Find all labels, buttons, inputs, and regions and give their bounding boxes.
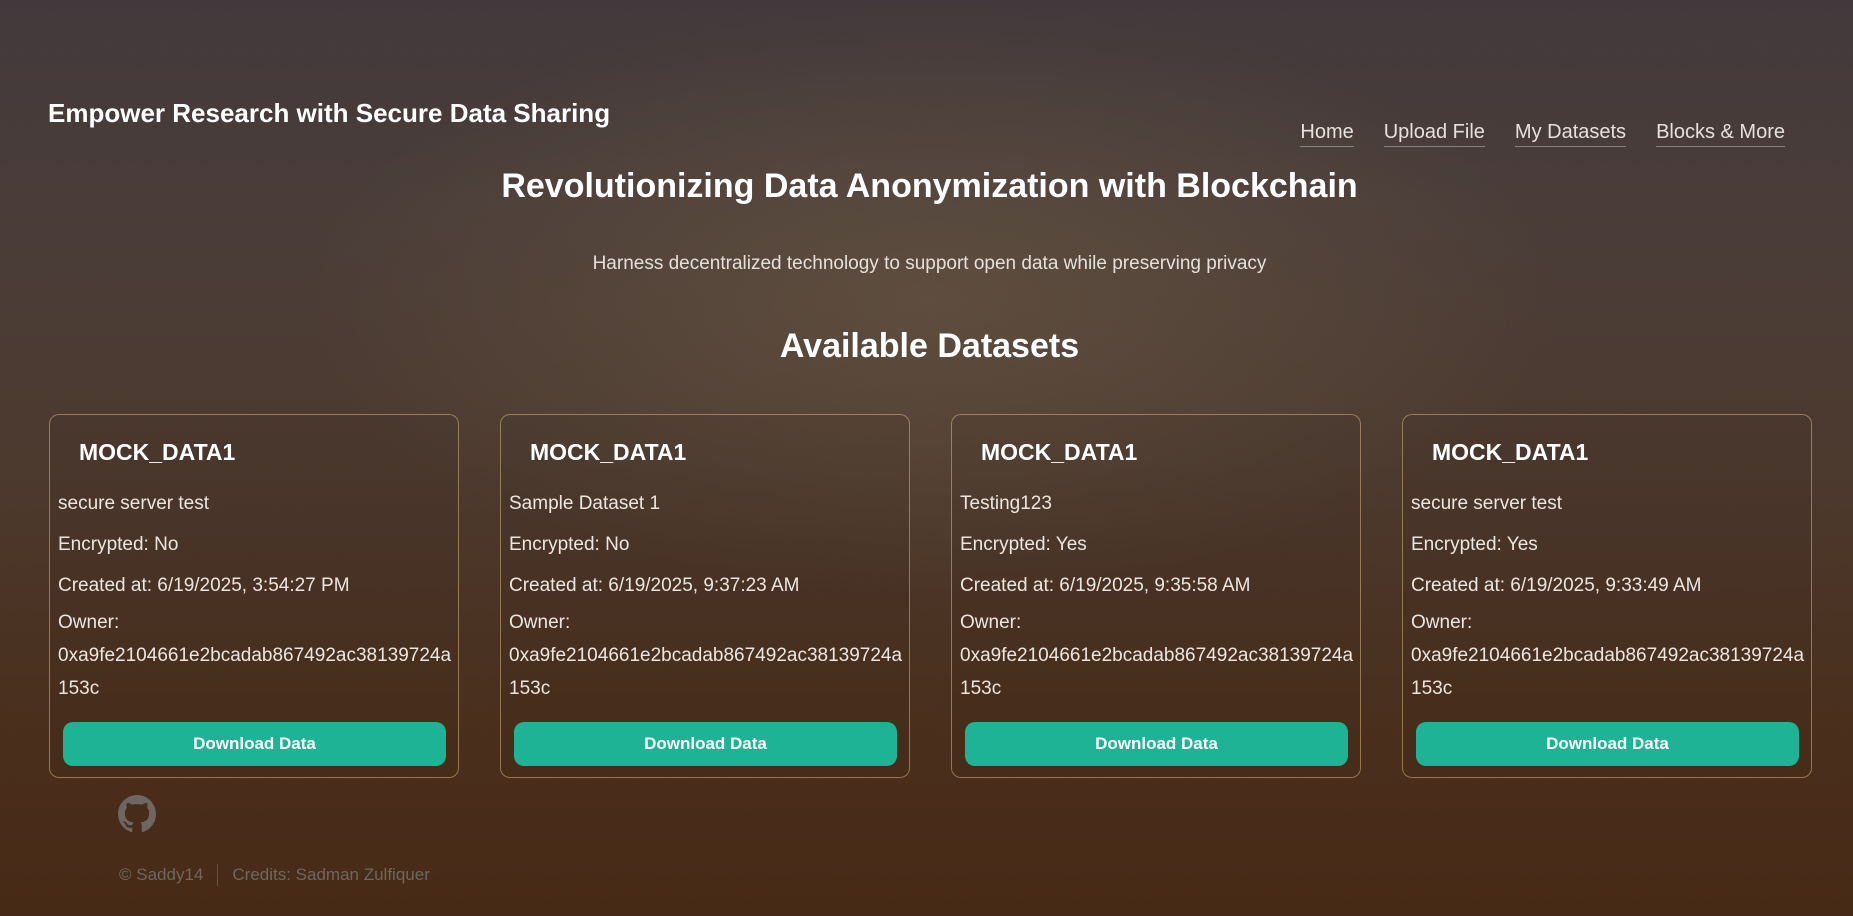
download-data-button[interactable]: Download Data — [63, 722, 446, 766]
dataset-owner-label: Owner: — [1411, 612, 1473, 633]
site-title: Empower Research with Secure Data Sharin… — [48, 98, 611, 128]
github-icon[interactable] — [118, 795, 156, 833]
dataset-owner-label: Owner: — [509, 612, 571, 633]
nav-home[interactable]: Home — [1300, 121, 1354, 147]
dataset-card: MOCK_DATA1 Sample Dataset 1 Encrypted: N… — [500, 414, 910, 778]
dataset-owner-label: Owner: — [58, 612, 120, 633]
dataset-card: MOCK_DATA1 secure server test Encrypted:… — [1402, 414, 1812, 778]
dataset-description: secure server test — [1411, 493, 1562, 514]
download-data-button[interactable]: Download Data — [965, 722, 1348, 766]
download-data-button[interactable]: Download Data — [514, 722, 897, 766]
nav-blocks-and-more[interactable]: Blocks & More — [1656, 121, 1785, 147]
dataset-name: MOCK_DATA1 — [79, 439, 236, 465]
main-nav: Home Upload File My Datasets Blocks & Mo… — [1300, 121, 1785, 147]
dataset-owner-address: 0xa9fe2104661e2bcadab867492ac38139724a15… — [1411, 645, 1805, 699]
dataset-description: Testing123 — [960, 493, 1052, 514]
dataset-name: MOCK_DATA1 — [530, 439, 687, 465]
footer-divider — [217, 864, 219, 886]
footer-credits: Credits: Sadman Zulfiquer — [232, 865, 430, 884]
dataset-card: MOCK_DATA1 Testing123 Encrypted: Yes Cre… — [951, 414, 1361, 778]
dataset-name: MOCK_DATA1 — [1432, 439, 1589, 465]
footer-copyright: © Saddy14 — [119, 865, 204, 884]
dataset-card: MOCK_DATA1 secure server test Encrypted:… — [49, 414, 459, 778]
download-data-button[interactable]: Download Data — [1416, 722, 1799, 766]
dataset-owner-address: 0xa9fe2104661e2bcadab867492ac38139724a15… — [509, 645, 903, 699]
nav-my-datasets[interactable]: My Datasets — [1514, 121, 1627, 147]
datasets-section-title: Available Datasets — [779, 327, 1080, 365]
footer: © Saddy14 Credits: Sadman Zulfiquer — [119, 864, 430, 886]
dataset-created-at: Created at: 6/19/2025, 3:54:27 PM — [58, 575, 350, 596]
hero-subtitle: Harness decentralized technology to supp… — [592, 253, 1267, 274]
dataset-encrypted: Encrypted: Yes — [1411, 534, 1538, 555]
dataset-created-at: Created at: 6/19/2025, 9:37:23 AM — [509, 575, 800, 596]
dataset-encrypted: Encrypted: No — [58, 534, 179, 555]
dataset-encrypted: Encrypted: No — [509, 534, 630, 555]
nav-upload-file[interactable]: Upload File — [1383, 121, 1485, 147]
hero-title: Revolutionizing Data Anonymization with … — [501, 167, 1358, 205]
dataset-description: secure server test — [58, 493, 209, 514]
dataset-description: Sample Dataset 1 — [509, 493, 661, 514]
dataset-owner-label: Owner: — [960, 612, 1022, 633]
dataset-encrypted: Encrypted: Yes — [960, 534, 1087, 555]
dataset-owner-address: 0xa9fe2104661e2bcadab867492ac38139724a15… — [58, 645, 452, 699]
dataset-name: MOCK_DATA1 — [981, 439, 1138, 465]
dataset-cards: MOCK_DATA1 secure server test Encrypted:… — [49, 414, 1812, 778]
dataset-created-at: Created at: 6/19/2025, 9:33:49 AM — [1411, 575, 1702, 596]
dataset-owner-address: 0xa9fe2104661e2bcadab867492ac38139724a15… — [960, 645, 1354, 699]
dataset-created-at: Created at: 6/19/2025, 9:35:58 AM — [960, 575, 1251, 596]
